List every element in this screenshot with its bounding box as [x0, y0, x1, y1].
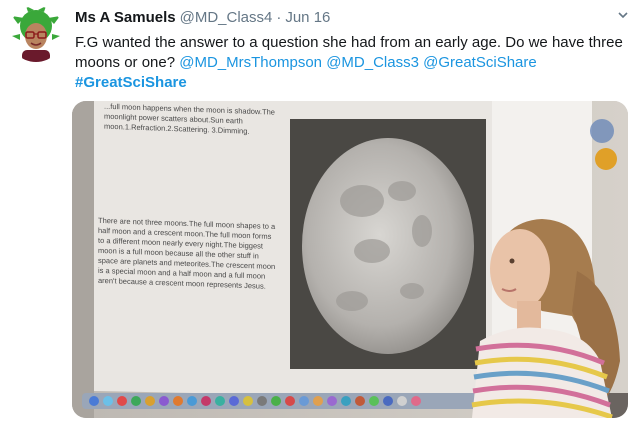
tweet-photo[interactable]: ...full moon happens when the moon is sh…: [72, 101, 628, 418]
author-handle[interactable]: @MD_Class4: [180, 9, 273, 26]
board-text-bottom: There are not three moons.The full moon …: [98, 215, 276, 291]
mention-link[interactable]: @MD_MrsThompson: [179, 54, 322, 71]
mention-link[interactable]: @GreatSciShare: [423, 54, 537, 71]
tweet-text: F.G wanted the answer to a question she …: [75, 33, 625, 93]
hashtag-link[interactable]: #GreatSciShare: [75, 74, 187, 91]
author-name[interactable]: Ms A Samuels: [75, 9, 176, 26]
separator: ·: [276, 9, 282, 26]
tweet-date[interactable]: Jun 16: [285, 9, 330, 26]
avatar[interactable]: [8, 6, 64, 62]
avatar-image: [8, 6, 64, 62]
chevron-down-icon[interactable]: [614, 8, 632, 26]
tweet-header: Ms A Samuels @MD_Class4 · Jun 16: [75, 8, 605, 28]
mention-link[interactable]: @MD_Class3: [326, 54, 419, 71]
